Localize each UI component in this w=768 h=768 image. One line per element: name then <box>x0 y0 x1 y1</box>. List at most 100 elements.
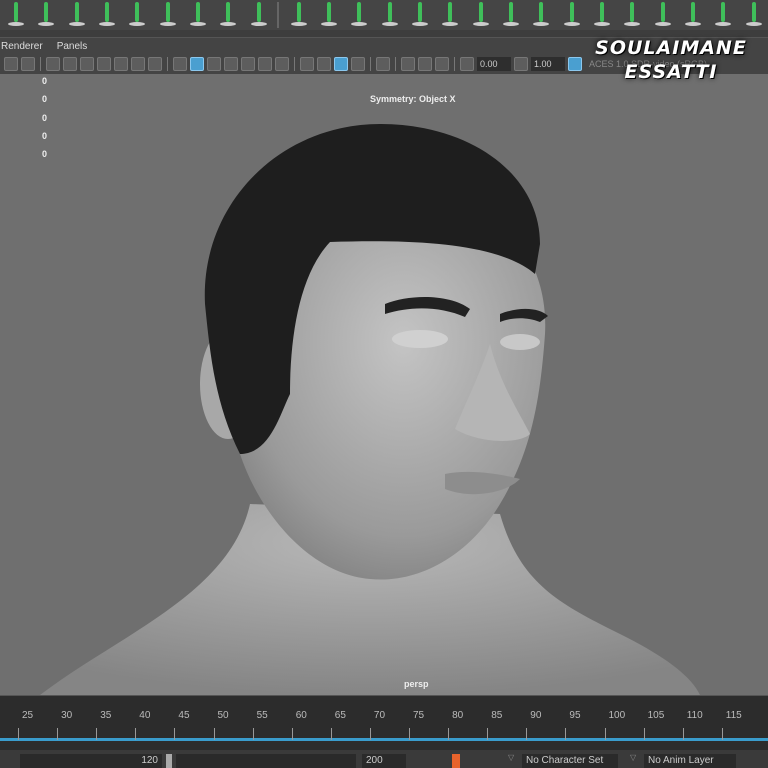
xgen-tool-icon[interactable] <box>470 2 490 28</box>
viewport-tool-icon[interactable] <box>334 57 348 71</box>
viewport-tool-icon[interactable] <box>568 57 582 71</box>
toolbar-separator <box>370 57 371 71</box>
timeline-tick <box>174 728 176 740</box>
dropdown-arrow-icon[interactable]: ▽ <box>630 753 636 762</box>
xgen-tool-icon[interactable] <box>379 2 399 28</box>
viewport-tool-icon[interactable] <box>300 57 314 71</box>
xgen-tool-icon[interactable] <box>96 2 116 28</box>
timeline-tick <box>252 728 254 740</box>
xgen-tool-icon[interactable] <box>66 2 86 28</box>
viewport-tool-icon[interactable] <box>21 57 35 71</box>
viewport-tool-icon[interactable] <box>351 57 365 71</box>
xgen-tool-icon[interactable] <box>439 2 459 28</box>
timeline-tick <box>18 728 19 740</box>
viewport[interactable]: 0 0 0 0 0 Symmetry: Object X persp <box>0 74 768 695</box>
timeline-tick-label: 115 <box>725 710 742 721</box>
xgen-tool-icon[interactable] <box>621 2 641 28</box>
xgen-tool-icon[interactable] <box>530 2 550 28</box>
xgen-tool-icon[interactable] <box>712 2 732 28</box>
timeline-tick <box>330 728 332 740</box>
range-end-field[interactable]: 120 <box>20 754 162 768</box>
timeline-tick-label: 105 <box>647 710 665 721</box>
viewport-tool-icon[interactable] <box>207 57 221 71</box>
viewport-tool-icon[interactable] <box>514 57 528 71</box>
xgen-tool-icon[interactable] <box>409 2 429 28</box>
camera-label: persp <box>404 679 429 689</box>
viewport-tool-icon[interactable] <box>376 57 390 71</box>
hud-value: 0 <box>42 131 48 141</box>
xgen-tool-icon[interactable] <box>500 2 520 28</box>
timeline-tick <box>643 728 645 740</box>
timeline-tick-label: 100 <box>608 710 626 721</box>
timeline-tick-label: 90 <box>530 710 542 721</box>
dropdown-arrow-icon[interactable]: ▽ <box>508 753 514 762</box>
timeline-tick <box>526 728 528 740</box>
auto-key-icon[interactable] <box>452 754 460 768</box>
character-set-dropdown[interactable]: No Character Set <box>522 754 618 768</box>
xgen-tool-icon[interactable] <box>248 2 268 28</box>
viewport-tool-icon[interactable] <box>131 57 145 71</box>
range-slider-bar: 120 200 ▽ No Character Set ▽ No Anim Lay… <box>0 750 768 768</box>
anim-end-field[interactable]: 200 <box>362 754 406 768</box>
range-slider-track[interactable] <box>176 754 356 768</box>
viewport-tool-icon[interactable] <box>80 57 94 71</box>
viewport-tool-icon[interactable] <box>4 57 18 71</box>
xgen-tool-icon[interactable] <box>561 2 581 28</box>
timeline-tick <box>721 728 723 740</box>
viewport-tool-icon[interactable] <box>418 57 432 71</box>
toolbar-separator <box>395 57 396 71</box>
xgen-tool-icon[interactable] <box>35 2 55 28</box>
viewport-tool-icon[interactable] <box>224 57 238 71</box>
timeline-tick-label: 80 <box>452 710 464 721</box>
xgen-tool-icon[interactable] <box>591 2 611 28</box>
xgen-tool-icon[interactable] <box>217 2 237 28</box>
xgen-tool-icon[interactable] <box>743 2 763 28</box>
anim-layer-dropdown[interactable]: No Anim Layer <box>644 754 736 768</box>
shelf-separator <box>276 2 279 28</box>
viewport-tool-icon[interactable] <box>435 57 449 71</box>
xgen-tool-icon[interactable] <box>348 2 368 28</box>
menu-panels[interactable]: Panels <box>57 41 88 52</box>
range-slider-handle[interactable] <box>166 754 172 768</box>
watermark-logo: SOULAIMANE ESSATTI <box>586 36 756 84</box>
timeline-tick <box>487 728 489 740</box>
xgen-tool-icon[interactable] <box>5 2 25 28</box>
viewport-tool-icon[interactable] <box>173 57 187 71</box>
xgen-tool-icon[interactable] <box>652 2 672 28</box>
viewport-tool-icon[interactable] <box>148 57 162 71</box>
time-slider[interactable]: 25 30 35 40 45 50 55 60 65 70 75 80 85 90 95 100 105 110 1… <box>0 695 768 750</box>
hud-value: 0 <box>42 76 48 86</box>
timeline-tick <box>565 728 567 740</box>
viewport-tool-icon[interactable] <box>46 57 60 71</box>
viewport-tool-icon[interactable] <box>97 57 111 71</box>
menu-renderer[interactable]: Renderer <box>1 41 43 52</box>
viewport-tool-icon[interactable] <box>317 57 331 71</box>
viewport-tool-icon[interactable] <box>275 57 289 71</box>
timeline-tick-label: 65 <box>334 710 346 721</box>
hud-value: 0 <box>42 113 48 123</box>
xgen-tool-icon[interactable] <box>318 2 338 28</box>
timeline-tick <box>291 728 293 740</box>
xgen-tool-icon[interactable] <box>682 2 702 28</box>
viewport-tool-icon[interactable] <box>63 57 77 71</box>
timeline-tick <box>604 728 606 740</box>
timeline-tick <box>57 728 59 740</box>
viewport-tool-icon[interactable] <box>190 57 204 71</box>
timeline-tick <box>96 728 98 740</box>
timeline-tick-label: 75 <box>413 710 425 721</box>
viewport-tool-icon[interactable] <box>401 57 415 71</box>
xgen-tool-icon[interactable] <box>126 2 146 28</box>
xgen-tool-icon[interactable] <box>157 2 177 28</box>
viewport-tool-icon[interactable] <box>114 57 128 71</box>
viewport-tool-icon[interactable] <box>241 57 255 71</box>
timeline-tick <box>213 728 215 740</box>
exposure-field[interactable]: 0.00 <box>477 57 511 71</box>
gamma-field[interactable]: 1.00 <box>531 57 565 71</box>
xgen-tool-icon[interactable] <box>288 2 308 28</box>
xgen-tool-icon[interactable] <box>187 2 207 28</box>
viewport-tool-icon[interactable] <box>460 57 474 71</box>
toolbar-separator <box>167 57 168 71</box>
timeline-tick-label: 110 <box>686 710 703 721</box>
timeline-tick <box>369 728 371 740</box>
viewport-tool-icon[interactable] <box>258 57 272 71</box>
